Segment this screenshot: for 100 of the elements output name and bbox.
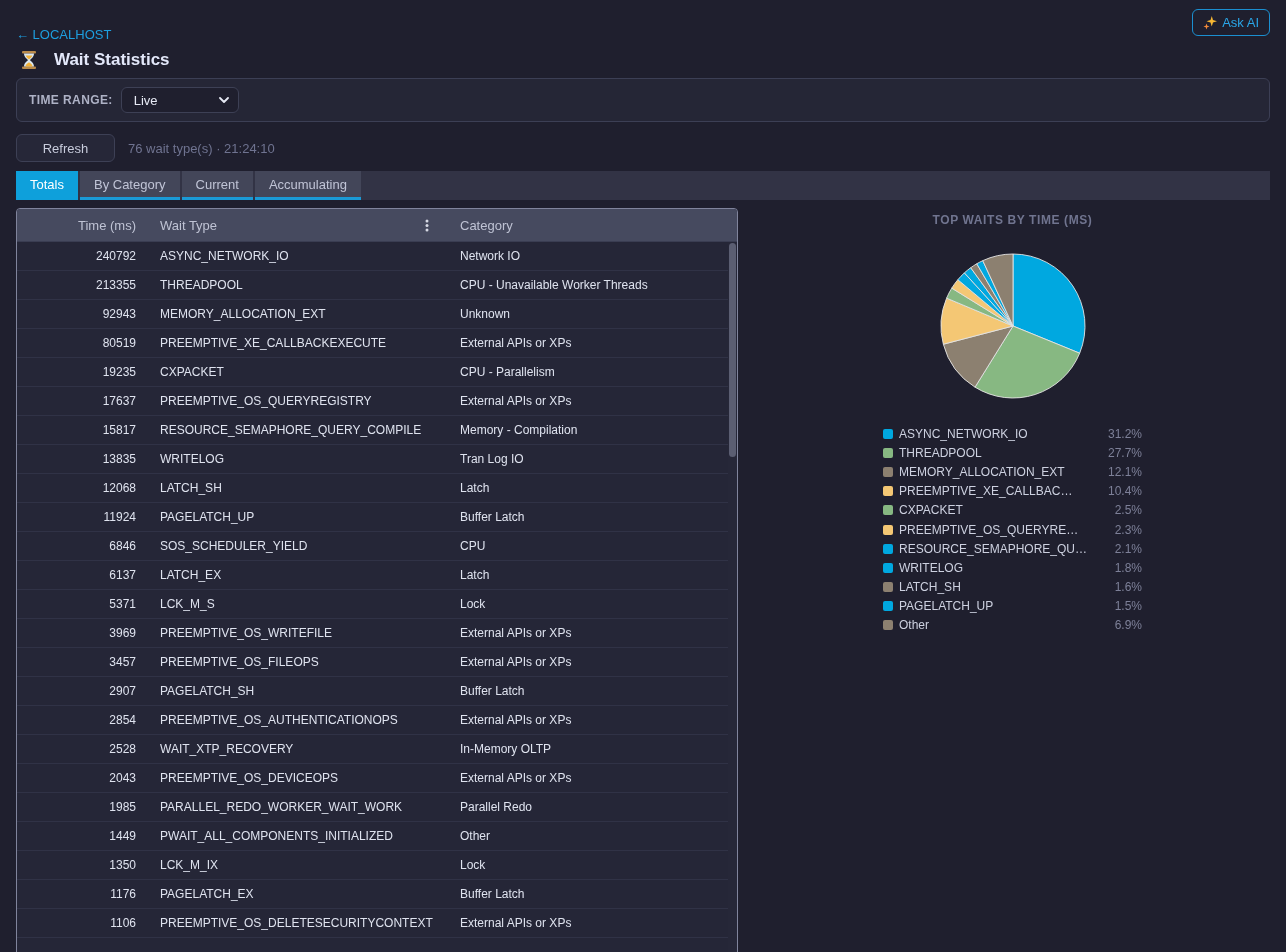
- table-cell-text: PREEMPTIVE_OS_WRITEFILE: [159, 626, 334, 640]
- table-cell-text: 2528: [109, 742, 137, 756]
- table-cell-text: 1106: [110, 916, 137, 930]
- table-cell-text: ASYNC_NETWORK_IO: [159, 249, 290, 263]
- table-cell-text: PWAIT_ALL_COMPONENTS_INITIALIZED: [159, 829, 394, 843]
- table-cell-text: In-Memory OLTP: [459, 742, 553, 756]
- table-cell-text: 2043: [109, 771, 137, 785]
- table-cell-text: 1449: [109, 829, 137, 843]
- column-header[interactable]: Time (ms): [78, 217, 136, 233]
- table-cell-text: 15817: [102, 423, 137, 437]
- legend-value: 2.3%: [1114, 522, 1142, 537]
- table-cell-text: LATCH_EX: [159, 568, 223, 582]
- table-cell-text: External APIs or XPs: [459, 336, 573, 350]
- table-cell-text: LATCH_SH: [159, 481, 223, 495]
- legend-value: 1.8%: [1114, 560, 1142, 575]
- legend-label: LATCH_SH: [899, 580, 962, 595]
- legend-label: PREEMPTIVE_XE_CALLBAC…: [899, 484, 1074, 499]
- hourglass-icon: [22, 51, 36, 69]
- table-cell-text: External APIs or XPs: [459, 771, 573, 785]
- legend-value: 31.2%: [1107, 426, 1142, 441]
- table-cell-text: CPU - Unavailable Worker Threads: [459, 278, 649, 292]
- table-cell-text: PREEMPTIVE_OS_QUERYREGISTRY: [159, 394, 373, 408]
- table-cell-text: 6846: [109, 539, 137, 553]
- chart-title: TOP WAITS BY TIME (MS): [932, 213, 1093, 227]
- table-cell-text: 19235: [102, 365, 137, 379]
- table-cell-text: External APIs or XPs: [459, 626, 573, 640]
- tab[interactable]: Accumulating: [254, 171, 361, 200]
- legend-label: PAGELATCH_UP: [899, 599, 995, 614]
- table-cell-text: 92943: [102, 307, 137, 321]
- table-cell-text: Buffer Latch: [459, 887, 526, 901]
- table-cell-text: Buffer Latch: [459, 510, 526, 524]
- table-cell-text: 2907: [109, 684, 137, 698]
- time-range-label: TIME RANGE:: [29, 93, 113, 107]
- table-cell-text: 11924: [103, 510, 137, 524]
- table-cell-text: WRITELOG: [159, 452, 225, 466]
- table-cell-text: Memory - Compilation: [459, 423, 579, 437]
- table-cell-text: 13835: [102, 452, 137, 466]
- ask-ai-button[interactable]: Ask AI: [1192, 9, 1270, 36]
- table-cell-text: PAGELATCH_UP: [159, 510, 256, 524]
- status-text: 76 wait type(s) · 21:24:10: [128, 140, 275, 156]
- tab[interactable]: Current: [181, 171, 253, 200]
- table-cell-text: PREEMPTIVE_XE_CALLBACKEXECUTE: [159, 336, 388, 350]
- legend-label: RESOURCE_SEMAPHORE_QU…: [899, 541, 1089, 556]
- table-cell-text: RESOURCE_SEMAPHORE_QUERY_COMPILE: [159, 423, 423, 437]
- table-cell-text: 1176: [110, 887, 137, 901]
- table-cell-text: 2854: [109, 713, 137, 727]
- tab[interactable]: Totals: [16, 171, 78, 200]
- chevron-down-icon: [218, 97, 229, 103]
- legend-label: Other: [899, 618, 930, 633]
- table-cell-text: Lock: [459, 597, 487, 611]
- legend-label: WRITELOG: [899, 560, 964, 575]
- table-cell-text: Lock: [459, 858, 487, 872]
- table-cell-text: PAGELATCH_SH: [159, 684, 256, 698]
- page-title: Wait Statistics: [54, 49, 170, 71]
- table-cell-text: Tran Log IO: [459, 452, 525, 466]
- table-cell-text: PREEMPTIVE_OS_AUTHENTICATIONOPS: [159, 713, 399, 727]
- table-cell-text: 80519: [102, 336, 137, 350]
- table-cell-text: 1350: [109, 858, 137, 872]
- tab[interactable]: By Category: [79, 171, 180, 200]
- legend-label: MEMORY_ALLOCATION_EXT: [899, 464, 1066, 479]
- legend-value: 2.5%: [1114, 503, 1142, 518]
- time-range-select[interactable]: Live: [120, 87, 239, 113]
- table-cell-text: 1985: [109, 800, 137, 814]
- table-cell-text: External APIs or XPs: [459, 394, 573, 408]
- table-cell-text: PREEMPTIVE_OS_DELETESECURITYCONTEXT: [159, 916, 434, 930]
- column-menu-icon[interactable]: [425, 218, 429, 232]
- table-cell-text: Network IO: [459, 249, 521, 263]
- table-cell-text: 12068: [102, 481, 137, 495]
- table-cell-text: LCK_M_S: [159, 597, 216, 611]
- refresh-button[interactable]: Refresh: [16, 134, 115, 162]
- legend-label: CXPACKET: [899, 503, 964, 518]
- table-cell-text: THREADPOOL: [159, 278, 244, 292]
- back-link[interactable]: ← LOCALHOST: [16, 27, 112, 43]
- table-cell-text: LCK_M_IX: [159, 858, 220, 872]
- column-header[interactable]: Category: [460, 217, 513, 233]
- table-cell-text: PREEMPTIVE_OS_DEVICEOPS: [159, 771, 340, 785]
- table-cell-text: Unknown: [459, 307, 512, 321]
- legend-value: 1.5%: [1114, 599, 1142, 614]
- table-cell-text: Parallel Redo: [459, 800, 534, 814]
- table-cell-text: 213355: [95, 278, 137, 292]
- table-cell-text: 6137: [109, 568, 137, 582]
- table-cell-text: PAGELATCH_EX: [159, 887, 255, 901]
- table-cell-text: 5371: [109, 597, 137, 611]
- table-cell-text: Latch: [459, 481, 491, 495]
- table-cell-text: 17637: [102, 394, 137, 408]
- table-cell-text: Buffer Latch: [459, 684, 526, 698]
- legend-label: PREEMPTIVE_OS_QUERYRE…: [899, 522, 1080, 537]
- column-header[interactable]: Wait Type: [160, 217, 218, 233]
- table-cell-text: WAIT_XTP_RECOVERY: [159, 742, 295, 756]
- legend-value: 1.6%: [1114, 580, 1142, 595]
- legend-value: 2.1%: [1114, 541, 1142, 556]
- legend-value: 27.7%: [1107, 445, 1142, 460]
- table-cell-text: 240792: [95, 249, 137, 263]
- table-cell-text: External APIs or XPs: [459, 655, 573, 669]
- table-cell-text: Latch: [459, 568, 491, 582]
- scrollbar[interactable]: [729, 243, 736, 457]
- table-cell-text: External APIs or XPs: [459, 916, 573, 930]
- table-cell-text: MEMORY_ALLOCATION_EXT: [159, 307, 327, 321]
- table-cell-text: PREEMPTIVE_OS_FILEOPS: [159, 655, 320, 669]
- legend-value: 12.1%: [1107, 464, 1142, 479]
